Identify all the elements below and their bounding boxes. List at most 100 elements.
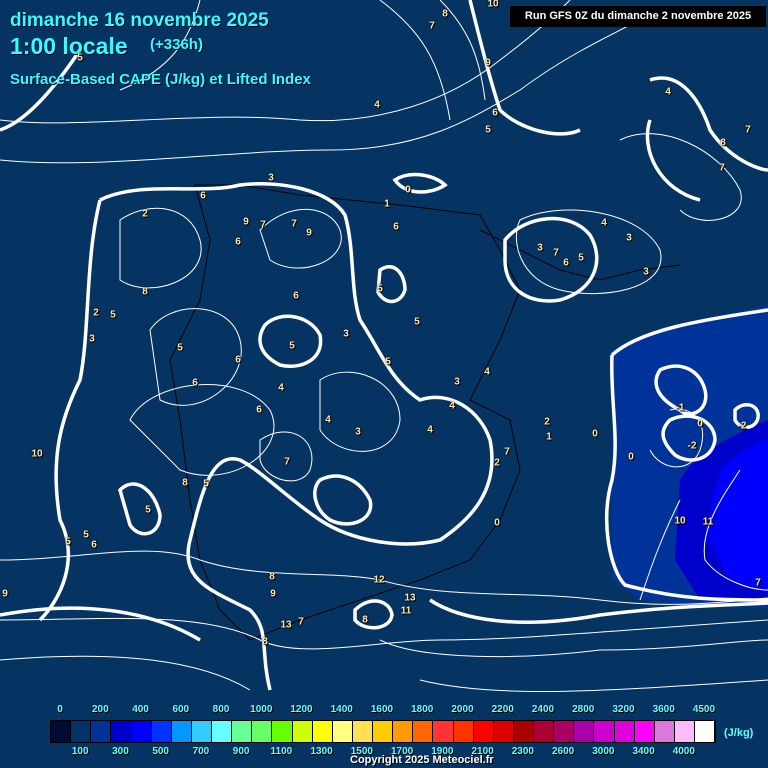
colorbar-swatch bbox=[453, 721, 474, 742]
colorbar-top-label: 4500 bbox=[692, 704, 716, 715]
colorbar-top-label: 800 bbox=[212, 704, 230, 715]
contour-label: 1 bbox=[546, 431, 552, 443]
colorbar-bottom-label: 700 bbox=[192, 746, 210, 757]
colorbar-bottom-label: 300 bbox=[112, 746, 129, 757]
contour-label: 5 bbox=[578, 252, 584, 264]
forecast-date: dimanche 16 novembre 2025 bbox=[10, 10, 269, 31]
contour-label: 7 bbox=[504, 446, 510, 458]
colorbar-swatch bbox=[272, 721, 293, 742]
colorbar-swatch bbox=[373, 721, 394, 742]
contour-label: 5 bbox=[110, 309, 116, 321]
colorbar-unit: (J/kg) bbox=[724, 727, 754, 739]
colorbar-bottom-label: 500 bbox=[152, 746, 169, 757]
contour-label: 3 bbox=[355, 426, 361, 438]
contour-label: 5 bbox=[145, 504, 151, 516]
colorbar-swatch bbox=[171, 721, 192, 742]
colorbar-swatch bbox=[312, 721, 333, 742]
contour-label: 5 bbox=[485, 124, 491, 136]
contour-label: 5 bbox=[77, 52, 83, 64]
colorbar-bottom-label: 2600 bbox=[551, 746, 575, 757]
colorbar-top-label: 1600 bbox=[370, 704, 394, 715]
forecast-lead-time: (+336h) bbox=[150, 36, 203, 53]
contour-label: 2 bbox=[544, 416, 550, 428]
contour-label: 5 bbox=[65, 536, 71, 548]
colorbar-swatch bbox=[574, 721, 595, 742]
contour-label: 13 bbox=[280, 619, 292, 631]
contour-label: -1 bbox=[675, 402, 685, 414]
contour-label: 0 bbox=[494, 517, 500, 529]
contour-label: 10 bbox=[31, 448, 43, 460]
contour-label: 13 bbox=[404, 592, 416, 604]
contour-label: 6 bbox=[256, 404, 262, 416]
colorbar-bottom-label: 3400 bbox=[632, 746, 655, 757]
parameter-title: Surface-Based CAPE (J/kg) et Lifted Inde… bbox=[10, 71, 311, 88]
contour-label: 9 bbox=[485, 57, 491, 69]
contour-label: 9 bbox=[306, 227, 312, 239]
contour-label: 4 bbox=[601, 217, 607, 229]
contour-label: 6 bbox=[293, 290, 299, 302]
colorbar bbox=[50, 720, 716, 743]
contour-label: 0 bbox=[592, 428, 598, 440]
colorbar-bottom-label: 900 bbox=[232, 746, 250, 757]
colorbar-top-label: 200 bbox=[91, 704, 109, 715]
contour-label: 8 bbox=[362, 614, 368, 626]
contour-label: 5 bbox=[414, 316, 420, 328]
contour-label: -2 bbox=[687, 440, 697, 452]
colorbar-bottom-label: 3000 bbox=[592, 746, 615, 757]
contour-label: 6 bbox=[492, 107, 498, 119]
colorbar-top-label: 2800 bbox=[572, 704, 595, 715]
contour-label: 7 bbox=[553, 247, 559, 259]
contour-label: 7 bbox=[260, 219, 266, 231]
colorbar-swatch bbox=[252, 721, 273, 742]
colorbar-swatch bbox=[473, 721, 494, 742]
colorbar-swatch bbox=[393, 721, 414, 742]
colorbar-swatch bbox=[191, 721, 212, 742]
contour-label: 8 bbox=[720, 137, 726, 149]
coastlines bbox=[169, 184, 681, 641]
colorbar-top-label: 600 bbox=[172, 704, 190, 715]
contour-label: 8 bbox=[142, 286, 148, 298]
colorbar-swatch bbox=[292, 721, 313, 742]
contour-label: 3 bbox=[643, 266, 649, 278]
colorbar-top-label: 3200 bbox=[612, 704, 635, 715]
run-info: Run GFS 0Z du dimanche 2 novembre 2025 bbox=[510, 6, 766, 27]
contour-label: 7 bbox=[284, 456, 290, 468]
colorbar-swatch bbox=[674, 721, 695, 742]
contour-label: 8 bbox=[182, 477, 188, 489]
contour-label: 7 bbox=[755, 577, 761, 589]
copyright: Copyright 2025 Meteociel.fr bbox=[350, 754, 494, 766]
colorbar-swatch bbox=[594, 721, 615, 742]
colorbar-top-label: 2200 bbox=[491, 704, 514, 715]
contour-label: 7 bbox=[719, 162, 725, 174]
colorbar-top-label: 1000 bbox=[250, 704, 273, 715]
contour-label: 2 bbox=[142, 208, 148, 220]
contour-label: 4 bbox=[427, 424, 433, 436]
colorbar-swatch bbox=[614, 721, 635, 742]
colorbar-swatch bbox=[654, 721, 675, 742]
contour-label: 11 bbox=[400, 605, 412, 617]
contour-label: 4 bbox=[449, 400, 455, 412]
contour-label: 0 bbox=[405, 184, 411, 196]
contour-label: 6 bbox=[91, 539, 97, 551]
colorbar-swatch bbox=[212, 721, 233, 742]
contour-label: 3 bbox=[537, 242, 543, 254]
cape-shading bbox=[612, 305, 768, 608]
contour-label: 7 bbox=[298, 616, 304, 628]
colorbar-top-label: 2400 bbox=[531, 704, 555, 715]
colorbar-top-label: 400 bbox=[132, 704, 149, 715]
colorbar-swatch bbox=[91, 721, 112, 742]
contour-label: 9 bbox=[2, 588, 8, 600]
colorbar-swatch bbox=[71, 721, 92, 742]
contour-label: 6 bbox=[235, 354, 241, 366]
contour-label: 7 bbox=[745, 124, 751, 136]
colorbar-swatch bbox=[554, 721, 575, 742]
contour-label: 10 bbox=[487, 0, 499, 10]
contour-label: 4 bbox=[374, 99, 380, 111]
colorbar-top-label: 3600 bbox=[652, 704, 675, 715]
colorbar-swatch bbox=[534, 721, 555, 742]
contour-label: 5 bbox=[377, 283, 383, 295]
contour-label: 6 bbox=[200, 190, 206, 202]
colorbar-swatch bbox=[513, 721, 534, 742]
colorbar-swatch bbox=[695, 721, 716, 742]
colorbar-top-label: 1400 bbox=[330, 704, 353, 715]
